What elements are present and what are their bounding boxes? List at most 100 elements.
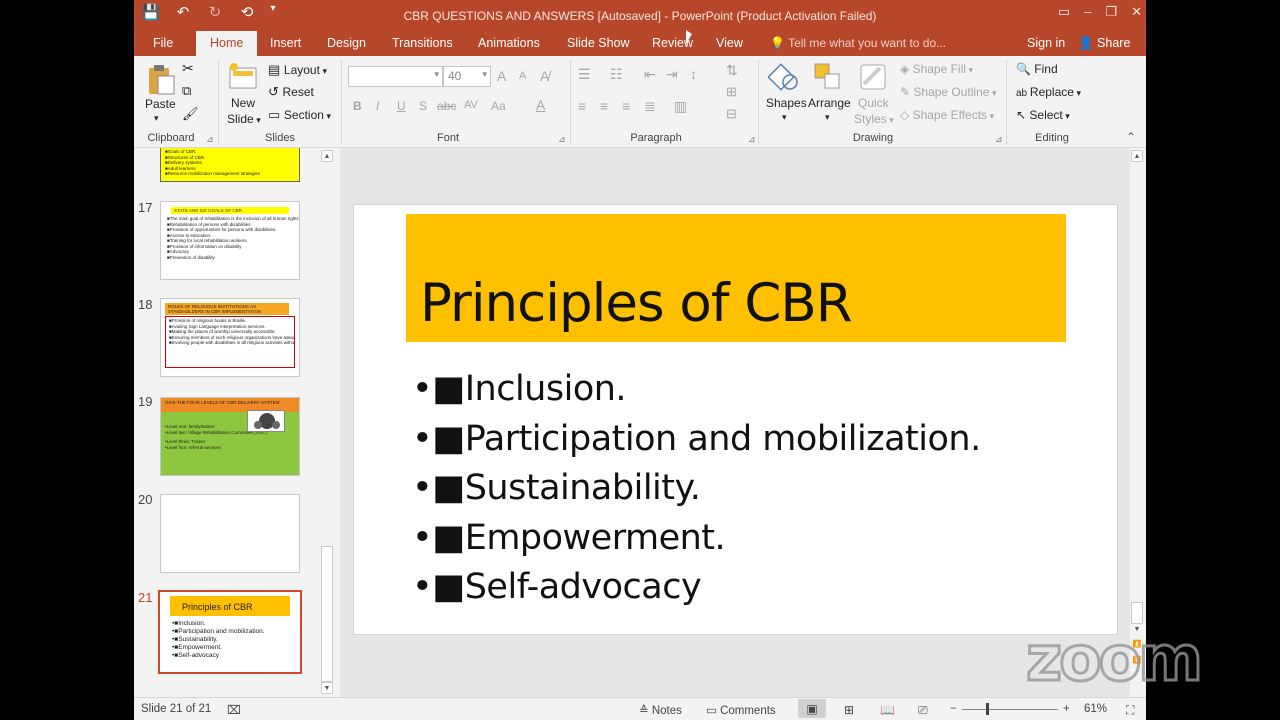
slideshow-view-icon[interactable]: ⎚ (918, 703, 928, 718)
format-painter-icon[interactable]: 🖌 (182, 106, 199, 122)
spelling-check-icon[interactable]: ⌧ (227, 703, 241, 717)
paragraph-launcher-icon[interactable]: ⊿ (748, 134, 756, 145)
quick-styles-label[interactable]: Quick (858, 96, 889, 110)
reset-button[interactable]: ↺ Reset (268, 84, 314, 100)
section-button[interactable]: ▭ Section ▾ (268, 107, 331, 123)
tab-file[interactable]: File (143, 31, 183, 56)
copy-icon[interactable]: ⧉ (182, 83, 191, 99)
grow-font-icon[interactable]: A (497, 68, 506, 84)
font-color-icon[interactable]: A (536, 97, 545, 113)
shadow-button[interactable]: S (419, 99, 427, 113)
tell-me-search[interactable]: 💡 Tell me what you want to do... (770, 31, 946, 56)
thumbnail-slide-17[interactable]: STATE AND SIX GOALS OF CBR. ■The main go… (160, 201, 300, 280)
paste-dropdown-icon[interactable]: ▾ (154, 113, 159, 124)
shrink-font-icon[interactable]: A (519, 70, 526, 82)
layout-button[interactable]: ▤ Layout ▾ (268, 62, 327, 78)
decrease-indent-icon[interactable]: ⇤ (644, 66, 656, 83)
strikethrough-button[interactable]: abc (437, 99, 456, 113)
tab-transitions[interactable]: Transitions (382, 31, 463, 56)
italic-button[interactable]: I (376, 99, 379, 113)
zoom-slider-handle[interactable] (986, 703, 989, 715)
scrollbar-thumb[interactable] (321, 546, 333, 682)
reading-view-icon[interactable]: 📖 (880, 703, 895, 717)
align-left-icon[interactable]: ≡ (578, 98, 586, 114)
shape-outline-button[interactable]: ✎ Shape Outline ▾ (900, 85, 996, 99)
tab-view[interactable]: View (706, 31, 753, 56)
restore-button[interactable]: ❐ (1105, 4, 1117, 20)
new-slide-label-2[interactable]: Slide ▾ (227, 112, 261, 126)
thumbnail-slide-19[interactable]: GIVE THE FOUR LEVELS OF CBR DELIVERY SYS… (160, 397, 300, 476)
change-case-button[interactable]: Aa (491, 99, 506, 113)
align-text-icon[interactable]: ⊞ (726, 84, 737, 100)
replace-button[interactable]: ab Replace ▾ (1016, 85, 1081, 99)
ribbon-display-options-icon[interactable]: ▭ (1058, 4, 1070, 20)
comments-button[interactable]: ▭ Comments (706, 703, 776, 717)
share-button[interactable]: 👤 Share (1078, 31, 1130, 56)
thumbnail-slide-18[interactable]: ROLES OF RELIGIOUS INSTITUTIONS AS STAKE… (160, 298, 300, 377)
font-size-box[interactable]: 40 ▾ (443, 66, 491, 87)
drawing-launcher-icon[interactable]: ⊿ (995, 134, 1003, 145)
arrange-dropdown-icon[interactable]: ▾ (825, 112, 830, 123)
paste-button[interactable]: Paste (145, 97, 176, 111)
thumbnail-slide-21-selected[interactable]: Principles of CBR •■Inclusion. •■Partici… (158, 590, 302, 674)
zoom-in-button[interactable]: + (1063, 703, 1070, 715)
thumbnail-slide-20[interactable] (160, 494, 300, 573)
thumbnail-scrollbar[interactable]: ▲ ▼ (320, 148, 334, 697)
tab-design[interactable]: Design (317, 31, 376, 56)
slide-sorter-icon[interactable]: ⊞ (844, 703, 854, 717)
close-button[interactable]: ✕ (1131, 4, 1142, 20)
shapes-icon[interactable] (767, 62, 800, 94)
smartart-icon[interactable]: ⊟ (726, 106, 737, 122)
collapse-ribbon-icon[interactable]: ⌃ (1126, 130, 1136, 144)
quick-styles-label-2[interactable]: Styles ▾ (854, 112, 894, 126)
slide-content-box[interactable]: •■Inclusion. •■Participation and mobiliz… (412, 365, 981, 613)
slide-canvas[interactable]: Principles of CBR •■Inclusion. •■Partici… (353, 204, 1118, 635)
sign-in-link[interactable]: Sign in (1027, 31, 1065, 56)
slide-title[interactable]: Principles of CBR (420, 273, 853, 334)
new-slide-label[interactable]: New (231, 96, 255, 110)
increase-indent-icon[interactable]: ⇥ (666, 66, 678, 83)
justify-icon[interactable]: ≣ (644, 98, 656, 115)
tab-review[interactable]: Review (642, 31, 703, 56)
zoom-level[interactable]: 61% (1084, 703, 1107, 715)
shapes-button[interactable]: Shapes (766, 96, 807, 110)
underline-button[interactable]: U (397, 99, 406, 113)
select-button[interactable]: ↖ Select ▾ (1016, 108, 1070, 122)
bold-button[interactable]: B (353, 99, 362, 113)
font-launcher-icon[interactable]: ⊿ (558, 134, 566, 145)
tab-home[interactable]: Home (196, 31, 258, 56)
editor-scrollbar[interactable]: ▲ ▼ ⏫ ⏬ (1130, 148, 1144, 697)
minimize-button[interactable]: – (1084, 4, 1091, 20)
clipboard-launcher-icon[interactable]: ⊿ (206, 134, 214, 145)
paste-icon[interactable] (146, 64, 178, 96)
scroll-up-arrow[interactable]: ▲ (1131, 150, 1143, 162)
numbering-icon[interactable]: ☷ (610, 66, 623, 83)
cut-icon[interactable]: ✂ (182, 60, 194, 77)
zoom-slider-track[interactable] (962, 709, 1058, 710)
shapes-dropdown-icon[interactable]: ▾ (782, 112, 787, 123)
align-center-icon[interactable]: ≡ (600, 98, 608, 114)
align-right-icon[interactable]: ≡ (622, 98, 630, 114)
quick-styles-icon[interactable] (858, 62, 890, 94)
text-direction-icon[interactable]: ⇅ (726, 62, 738, 79)
char-spacing-button[interactable]: AV (464, 99, 478, 111)
clear-formatting-icon[interactable]: A̸ (540, 68, 549, 84)
find-button[interactable]: 🔍 Find (1016, 62, 1058, 76)
tab-insert[interactable]: Insert (260, 31, 311, 56)
fit-to-window-icon[interactable]: ⛶ (1126, 703, 1134, 718)
shape-fill-button[interactable]: ◈ Shape Fill ▾ (900, 62, 973, 76)
font-name-box[interactable]: ▾ (348, 66, 443, 87)
scrollbar-thumb[interactable] (1131, 602, 1143, 624)
tab-slide-show[interactable]: Slide Show (557, 31, 640, 56)
notes-button[interactable]: ≙ Notes (639, 703, 682, 717)
arrange-icon[interactable] (813, 62, 845, 94)
tab-animations[interactable]: Animations (468, 31, 550, 56)
scroll-down-arrow[interactable]: ▼ (321, 682, 333, 694)
bullets-icon[interactable]: ☰ (578, 66, 591, 83)
arrange-button[interactable]: Arrange (808, 96, 851, 110)
shape-effects-button[interactable]: ◇ Shape Effects ▾ (900, 108, 994, 122)
scroll-up-arrow[interactable]: ▲ (321, 150, 333, 162)
zoom-out-button[interactable]: − (950, 703, 957, 715)
normal-view-icon[interactable]: ▣ (798, 699, 826, 718)
columns-icon[interactable]: ▥ (674, 98, 687, 115)
